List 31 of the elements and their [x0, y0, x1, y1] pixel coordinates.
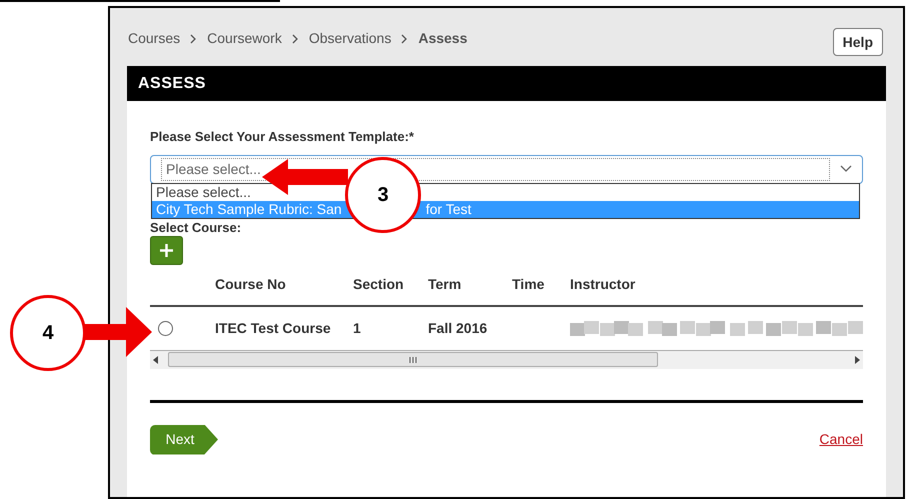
table-cell-text: Fall 2016	[428, 318, 488, 338]
chevron-right-icon	[292, 34, 299, 44]
breadcrumb-link[interactable]: Observations	[308, 28, 392, 49]
column-header: Section	[353, 275, 405, 294]
scroll-left-icon	[153, 356, 158, 364]
course-label: Select Course:	[150, 220, 242, 234]
column-header: Course No	[215, 275, 287, 294]
column-header: Term	[428, 275, 462, 294]
grip-icon	[409, 356, 417, 362]
next-button[interactable]: Next	[150, 424, 218, 454]
dropdown-option[interactable]: Please select...	[156, 184, 251, 201]
chevron-down-icon	[840, 165, 852, 173]
scrollbar-thumb[interactable]	[168, 352, 658, 367]
column-header: Time	[512, 275, 546, 294]
table-cell-text: ITEC Test Course	[215, 318, 332, 338]
scroll-right-icon	[855, 356, 860, 364]
callout-arrow	[84, 307, 152, 357]
chevron-right-icon	[401, 34, 408, 44]
breadcrumb-link[interactable]: Courses	[128, 28, 180, 49]
cancel-link[interactable]: Cancel	[819, 429, 863, 450]
column-header: Instructor	[570, 275, 636, 294]
section-header: ASSESS	[127, 66, 886, 101]
horizontal-scrollbar[interactable]	[150, 350, 863, 368]
table-cell-text: 1	[353, 318, 362, 338]
chevron-right-icon	[190, 34, 198, 44]
radio-button[interactable]	[158, 320, 173, 336]
help-button[interactable]: Help	[832, 28, 883, 56]
plus-icon	[159, 242, 174, 258]
add-button[interactable]	[150, 236, 183, 264]
breadcrumb-link[interactable]: Coursework	[207, 28, 282, 49]
field-label: Please Select Your Assessment Template:*	[150, 128, 415, 146]
